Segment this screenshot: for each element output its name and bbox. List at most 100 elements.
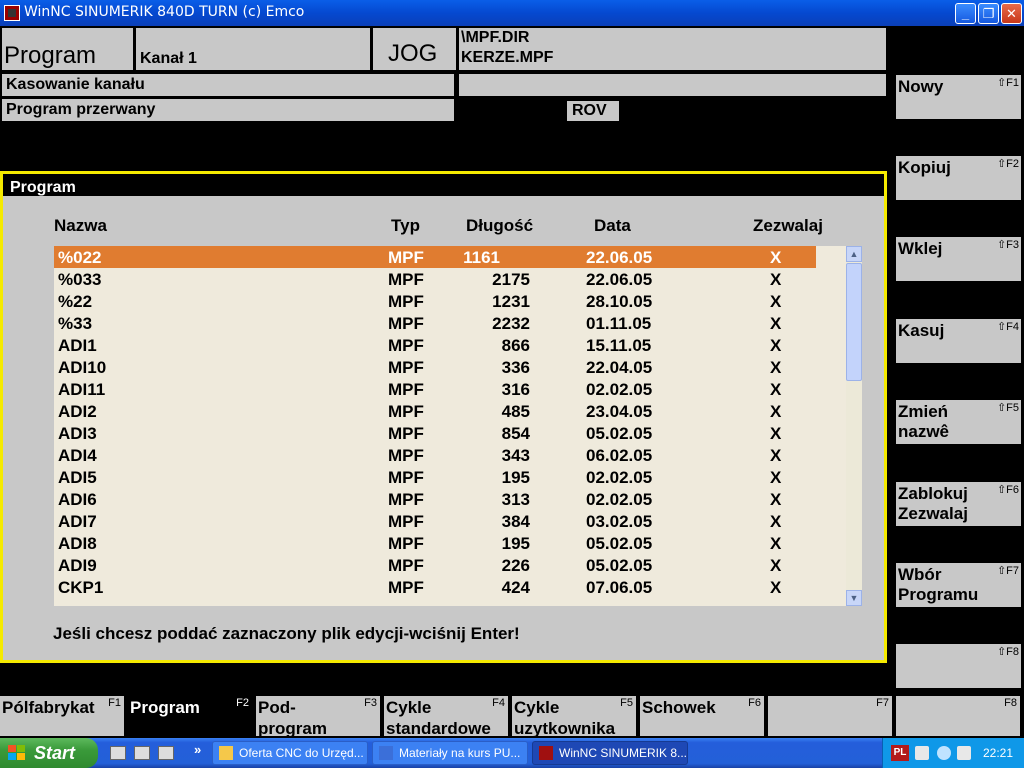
program-status: Program przerwany xyxy=(2,99,454,121)
cell-length: 1161 xyxy=(463,248,500,267)
scrollbar-thumb[interactable] xyxy=(846,263,862,381)
task-app-icon xyxy=(539,746,553,760)
softkey-shift-f6[interactable]: Zablokuj Zezwalaj ⇧F6 xyxy=(896,482,1021,526)
softkey-key: F3 xyxy=(364,697,377,709)
cell-length: 2175 xyxy=(492,270,530,289)
minimize-button[interactable]: _ xyxy=(955,3,976,24)
volume-icon[interactable] xyxy=(957,746,971,760)
table-row[interactable]: ADI1 MPF 866 15.11.05 X xyxy=(54,334,846,356)
table-row[interactable]: ADI5 MPF 195 02.02.05 X xyxy=(54,466,846,488)
softkey-f4[interactable]: Cykle standardowe F4 xyxy=(384,696,508,736)
table-row[interactable]: %022 MPF 1161 22.06.05 X xyxy=(54,246,816,268)
softkey-shift-f8[interactable]: ⇧F8 xyxy=(896,644,1021,688)
cell-name: CKP1 xyxy=(58,578,104,597)
taskbar-task[interactable]: WinNC SINUMERIK 8... xyxy=(532,741,688,765)
softkey-label: Program xyxy=(130,698,200,717)
cell-date: 22.04.05 xyxy=(586,358,653,377)
softkey-key: ⇧F3 xyxy=(996,239,1019,251)
quicklaunch-more-icon[interactable]: » xyxy=(194,742,201,757)
softkey-f5[interactable]: Cykle uzytkownika F5 xyxy=(512,696,636,736)
softkey-shift-f4[interactable]: Kasuj ⇧F4 xyxy=(896,319,1021,363)
close-button[interactable]: ✕ xyxy=(1001,3,1022,24)
rov-indicator: ROV xyxy=(567,101,619,121)
clock: 22:21 xyxy=(983,746,1014,760)
quicklaunch-media-icon[interactable] xyxy=(158,746,174,760)
softkey-key: F4 xyxy=(492,697,505,709)
softkey-f3[interactable]: Pod- program F3 xyxy=(256,696,380,736)
cell-type: MPF xyxy=(388,270,424,289)
softkey-f8[interactable]: F8 xyxy=(896,696,1020,736)
table-row[interactable]: ADI6 MPF 313 02.02.05 X xyxy=(54,488,846,510)
cell-allow: X xyxy=(770,248,782,267)
table-row[interactable]: ADI7 MPF 384 03.02.05 X xyxy=(54,510,846,532)
app-icon[interactable] xyxy=(4,5,20,21)
cell-date: 02.02.05 xyxy=(586,468,653,487)
cell-name: ADI1 xyxy=(58,336,97,355)
table-row[interactable]: ADI9 MPF 226 05.02.05 X xyxy=(54,554,846,576)
softkey-label: Schowek xyxy=(642,698,716,717)
softkey-f6[interactable]: Schowek F6 xyxy=(640,696,764,736)
keyboard-icon[interactable] xyxy=(915,746,929,760)
softkey-shift-f2[interactable]: Kopiuj ⇧F2 xyxy=(896,156,1021,200)
scroll-up-icon[interactable]: ▲ xyxy=(846,246,862,262)
softkey-f2[interactable]: Program F2 xyxy=(128,696,252,736)
softkey-label: Pod- program xyxy=(258,698,327,736)
title-bar[interactable]: WinNC SINUMERIK 840D TURN (c) Emco _ ❐ ✕ xyxy=(0,0,1024,26)
cell-type: MPF xyxy=(388,336,424,355)
cell-name: ADI2 xyxy=(58,402,97,421)
table-row[interactable]: CKP1 MPF 424 07.06.05 X xyxy=(54,576,846,598)
start-button[interactable]: Start xyxy=(0,738,98,768)
cell-name: ADI7 xyxy=(58,512,97,531)
task-label: WinNC SINUMERIK 8... xyxy=(559,746,688,760)
softkey-shift-f3[interactable]: Wklej ⇧F3 xyxy=(896,237,1021,281)
list-scrollbar[interactable]: ▲ ▼ xyxy=(846,246,862,606)
cell-name: ADI5 xyxy=(58,468,97,487)
cell-allow: X xyxy=(770,578,782,597)
program-list[interactable]: %022 MPF 1161 22.06.05 X %033 MPF 2175 22.06.05 X… xyxy=(54,246,846,606)
cell-length: 485 xyxy=(501,402,530,421)
quicklaunch-browser-icon[interactable] xyxy=(134,746,150,760)
cell-name: ADI9 xyxy=(58,556,97,575)
task-app-icon xyxy=(219,746,233,760)
softkey-f1[interactable]: Pólfabrykat F1 xyxy=(0,696,124,736)
softkey-f7[interactable]: F7 xyxy=(768,696,892,736)
softkey-key: ⇧F4 xyxy=(996,321,1019,333)
softkey-shift-f5[interactable]: Zmień nazwê ⇧F5 xyxy=(896,400,1021,444)
cell-type: MPF xyxy=(388,402,424,421)
table-row[interactable]: ADI11 MPF 316 02.02.05 X xyxy=(54,378,846,400)
softkey-label: Zmień nazwê xyxy=(898,402,950,441)
alarm-field xyxy=(459,74,886,96)
table-row[interactable]: ADI2 MPF 485 23.04.05 X xyxy=(54,400,846,422)
cell-length: 313 xyxy=(501,490,530,509)
softkey-shift-f7[interactable]: Wbór Programu ⇧F7 xyxy=(896,563,1021,607)
taskbar-task[interactable]: Materiały na kurs PU... xyxy=(372,741,528,765)
softkey-key: ⇧F8 xyxy=(996,646,1019,658)
quicklaunch-settings-icon[interactable] xyxy=(110,746,126,760)
scroll-down-icon[interactable]: ▼ xyxy=(846,590,862,606)
table-row[interactable]: %22 MPF 1231 28.10.05 X xyxy=(54,290,846,312)
table-row[interactable]: %33 MPF 2232 01.11.05 X xyxy=(54,312,846,334)
softkey-key: ⇧F2 xyxy=(996,158,1019,170)
rov-label: ROV xyxy=(572,102,607,119)
softkey-key: F2 xyxy=(236,697,249,709)
cell-length: 424 xyxy=(501,578,530,597)
cell-allow: X xyxy=(770,292,782,311)
softkey-shift-f1[interactable]: Nowy ⇧F1 xyxy=(896,75,1021,119)
cell-allow: X xyxy=(770,534,782,553)
column-header-name: Nazwa xyxy=(54,216,107,235)
cell-length: 226 xyxy=(501,556,530,575)
softkey-key: ⇧F7 xyxy=(996,565,1019,577)
cell-type: MPF xyxy=(388,534,424,553)
table-row[interactable]: ADI3 MPF 854 05.02.05 X xyxy=(54,422,846,444)
table-row[interactable]: ADI8 MPF 195 05.02.05 X xyxy=(54,532,846,554)
language-indicator[interactable]: PL xyxy=(891,745,909,761)
table-row[interactable]: ADI10 MPF 336 22.04.05 X xyxy=(54,356,846,378)
cell-type: MPF xyxy=(388,424,424,443)
program-status-text: Program przerwany xyxy=(6,101,156,118)
back-icon[interactable] xyxy=(937,746,951,760)
softkey-key: F8 xyxy=(1004,697,1017,709)
taskbar-task[interactable]: Oferta CNC do Urzęd... xyxy=(212,741,368,765)
restore-button[interactable]: ❐ xyxy=(978,3,999,24)
table-row[interactable]: ADI4 MPF 343 06.02.05 X xyxy=(54,444,846,466)
table-row[interactable]: %033 MPF 2175 22.06.05 X xyxy=(54,268,846,290)
